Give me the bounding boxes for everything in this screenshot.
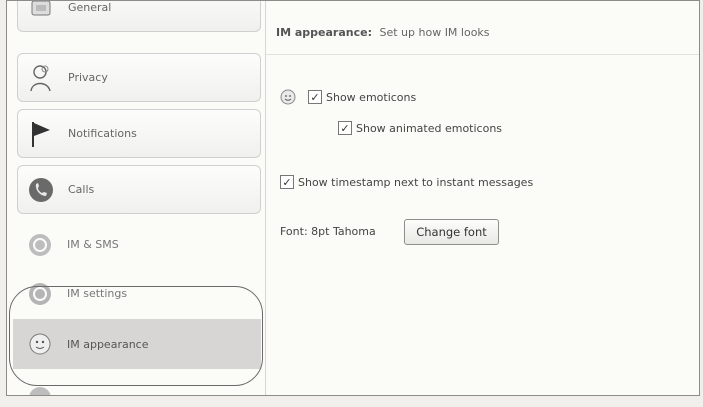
settings-panel: IM appearance: Set up how IM looks ✓ Sho…	[266, 1, 699, 395]
change-font-button[interactable]: Change font	[404, 219, 499, 245]
sidebar-item-notifications[interactable]: Notifications	[17, 109, 261, 158]
sidebar-item-label: IM & SMS	[67, 238, 119, 251]
page-subtitle: Set up how IM looks	[379, 26, 490, 39]
show-animated-emoticons-label: Show animated emoticons	[356, 121, 503, 135]
chat-icon	[23, 232, 57, 258]
emoticons-row: ✓ Show emoticons	[280, 89, 416, 105]
flag-icon	[24, 120, 58, 148]
options-window: General Privacy Notifications Calls IM &	[6, 0, 700, 396]
page-title: IM appearance:	[276, 26, 372, 39]
smiley-icon	[23, 332, 57, 356]
sidebar-item-label: Notifications	[68, 127, 137, 140]
sidebar-item-label: IM appearance	[67, 337, 149, 351]
panel-header: IM appearance: Set up how IM looks	[266, 1, 699, 55]
sidebar-item-general[interactable]: General	[17, 1, 261, 32]
font-label: Font: 8pt Tahoma	[280, 225, 376, 238]
show-animated-emoticons-checkbox[interactable]: ✓	[338, 121, 352, 135]
sidebar-item-privacy[interactable]: Privacy	[17, 53, 261, 102]
phone-icon	[24, 176, 58, 204]
animated-emoticons-row: ✓ Show animated emoticons	[338, 121, 502, 135]
show-emoticons-label: Show emoticons	[326, 90, 417, 104]
sidebar-item-label: General	[68, 1, 112, 14]
sidebar-item-im-settings[interactable]: IM settings	[17, 269, 261, 318]
show-timestamp-label: Show timestamp next to instant messages	[298, 175, 534, 189]
font-row: Font: 8pt Tahoma	[280, 225, 376, 238]
sidebar-item-im-appearance[interactable]: IM appearance	[13, 319, 261, 369]
sidebar-item-calls[interactable]: Calls	[17, 165, 261, 214]
chat-icon	[23, 385, 57, 395]
sidebar-item-label: IM settings	[67, 287, 128, 300]
privacy-icon	[24, 63, 58, 93]
sidebar-item-im-sms[interactable]: IM & SMS	[17, 220, 261, 269]
sidebar-item-partial[interactable]	[17, 373, 261, 395]
options-sidebar: General Privacy Notifications Calls IM &	[13, 1, 263, 395]
chat-icon	[23, 281, 57, 307]
show-timestamp-checkbox[interactable]: ✓	[280, 175, 294, 189]
sidebar-item-label: Privacy	[68, 71, 108, 84]
smiley-icon	[280, 89, 296, 105]
sidebar-item-label: Calls	[68, 183, 95, 196]
show-emoticons-checkbox[interactable]: ✓	[308, 90, 322, 104]
timestamp-row: ✓ Show timestamp next to instant message…	[280, 175, 533, 189]
general-icon	[24, 1, 58, 17]
